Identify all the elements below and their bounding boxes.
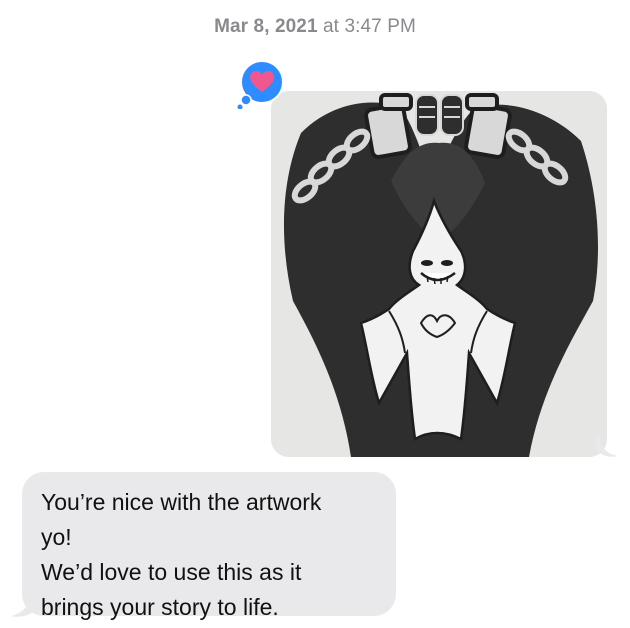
heart-tapback[interactable] [237,61,285,109]
text-bubble-tail [11,596,35,617]
message-line: You’re nice with the artwork [41,489,322,515]
message-text: You’re nice with the artwork yo! We’d lo… [41,485,378,625]
image-message-bubble[interactable] [271,91,607,457]
timestamp-time: at 3:47 PM [317,16,416,37]
message-line: yo! [41,524,72,550]
message-line: We’d love to use this as it [41,559,302,585]
message-line: brings your story to life. [41,594,279,620]
message-timestamp: Mar 8, 2021 at 3:47 PM [0,16,630,38]
artwork-image[interactable] [271,91,607,457]
image-bubble-tail [596,436,618,457]
timestamp-date: Mar 8, 2021 [214,16,318,37]
received-message-bubble[interactable]: You’re nice with the artwork yo! We’d lo… [22,472,396,620]
